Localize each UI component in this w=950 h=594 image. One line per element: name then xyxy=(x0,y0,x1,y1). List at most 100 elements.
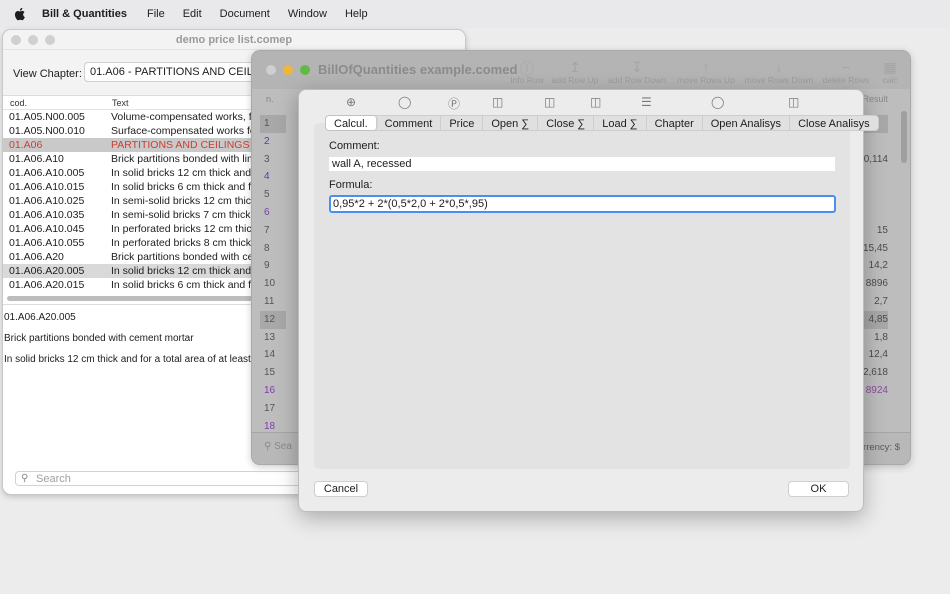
tab-open-analisys[interactable]: Open Analisys xyxy=(703,116,791,130)
row-number[interactable]: 15 xyxy=(260,364,286,382)
move-rows-up-button[interactable]: ↑ move Rows Up xyxy=(676,59,736,85)
apple-icon[interactable] xyxy=(12,6,28,22)
row-code: 01.A06 xyxy=(9,139,43,151)
scrollbar-thumb[interactable] xyxy=(7,296,262,301)
window-title: BillOfQuantities example.comed xyxy=(318,62,518,77)
column-result[interactable]: Result xyxy=(862,94,888,104)
window-controls xyxy=(11,35,55,45)
toolbar-label: move Rows Down xyxy=(744,75,814,85)
toolbar-label: add Row Down xyxy=(608,75,666,85)
row-number[interactable]: 9 xyxy=(260,257,286,275)
row-number[interactable]: 8 xyxy=(260,240,286,258)
tab-chapter[interactable]: Chapter xyxy=(647,116,703,130)
info-icon: ⓘ xyxy=(520,61,534,77)
comment-field[interactable]: wall A, recessed xyxy=(329,157,835,171)
row-code: 01.A06.A20.005 xyxy=(9,265,85,277)
column-code[interactable]: cod. xyxy=(10,98,27,108)
row-text: In perforated bricks 8 cm thick xyxy=(111,237,252,249)
menu-window[interactable]: Window xyxy=(288,8,327,20)
column-text[interactable]: Text xyxy=(112,98,129,108)
open-analysis-icon: ◯ xyxy=(711,95,725,109)
row-text: Volume-compensated works, fo xyxy=(111,111,258,123)
toolbar-label: move Rows Up xyxy=(677,75,735,85)
tab-comment[interactable]: Comment xyxy=(377,116,442,130)
row-number[interactable]: 7 xyxy=(260,222,286,240)
tab-calcul[interactable]: Calcul. xyxy=(326,116,377,130)
row-number[interactable]: 2 xyxy=(260,133,286,151)
formula-field[interactable]: 0,95*2 + 2*(0,5*2,0 + 2*0,5*,95) xyxy=(329,195,836,213)
row-text: In semi-solid bricks 12 cm thick xyxy=(111,195,257,207)
menu-edit[interactable]: Edit xyxy=(183,8,202,20)
row-number[interactable]: 1 xyxy=(260,115,286,133)
tab-bar: Calcul. Comment Price Open ∑ Close ∑ Loa… xyxy=(325,115,879,131)
tab-icons: ⊕ ◯ Ⓟ ◫ ◫ ◫ ☰ ◯ ◫ xyxy=(299,95,865,111)
row-text: In solid bricks 6 cm thick and fo xyxy=(111,279,257,291)
calculator-icon: ▦ xyxy=(883,59,897,75)
minimize-button[interactable] xyxy=(283,65,293,75)
row-code: 01.A06.A10.035 xyxy=(9,209,85,221)
row-number[interactable]: 6 xyxy=(260,204,286,222)
menu-help[interactable]: Help xyxy=(345,8,368,20)
row-text: In solid bricks 12 cm thick and f xyxy=(111,265,257,277)
menu-bar: Bill & Quantities File Edit Document Win… xyxy=(0,0,950,28)
delete-rows-button[interactable]: − delete Rows xyxy=(822,59,870,85)
row-number[interactable]: 5 xyxy=(260,186,286,204)
toolbar-label: Info Row xyxy=(510,75,544,85)
formula-dialog: ⊕ ◯ Ⓟ ◫ ◫ ◫ ☰ ◯ ◫ Calcul. Comment Price … xyxy=(298,89,879,512)
close-button[interactable] xyxy=(11,35,21,45)
row-number[interactable]: 16 xyxy=(260,382,286,400)
toolbar-label: calc xyxy=(882,75,898,85)
row-code: 01.A05.N00.005 xyxy=(9,111,85,123)
tab-panel xyxy=(314,123,850,469)
row-number[interactable]: 13 xyxy=(260,329,286,347)
tab-close-analisys[interactable]: Close Analisys xyxy=(790,116,878,130)
add-row-down-button[interactable]: ↧ add Row Down xyxy=(607,59,667,85)
row-number[interactable]: 17 xyxy=(260,400,286,418)
formula-label: Formula: xyxy=(329,179,373,191)
minimize-button[interactable] xyxy=(28,35,38,45)
zoom-button[interactable] xyxy=(300,65,310,75)
menu-document[interactable]: Document xyxy=(220,8,270,20)
row-number[interactable]: 14 xyxy=(260,346,286,364)
row-code: 01.A06.A10.045 xyxy=(9,223,85,235)
close-button[interactable] xyxy=(266,65,276,75)
tab-close-sum[interactable]: Close ∑ xyxy=(538,116,595,130)
zoom-button[interactable] xyxy=(45,35,55,45)
column-number[interactable]: n. xyxy=(266,94,274,104)
row-text: PARTITIONS AND CEILINGS xyxy=(111,139,250,151)
move-rows-down-button[interactable]: ↓ move Rows Down xyxy=(744,59,814,85)
info-row-button[interactable]: ⓘ Info Row xyxy=(507,59,547,85)
calc-button[interactable]: ▦ calc xyxy=(878,59,902,85)
row-number[interactable]: 3 xyxy=(260,151,286,169)
search-field[interactable]: ⚲ Sea xyxy=(264,441,292,452)
view-chapter-label: View Chapter: xyxy=(13,68,82,80)
tab-price[interactable]: Price xyxy=(441,116,484,130)
tab-open-sum[interactable]: Open ∑ xyxy=(483,116,539,130)
row-text: In perforated bricks 12 cm thick xyxy=(111,223,257,235)
chapter-list-icon: ☰ xyxy=(641,95,652,109)
menu-file[interactable]: File xyxy=(147,8,165,20)
search-field[interactable]: ⚲ Search xyxy=(15,471,305,486)
row-number[interactable]: 4 xyxy=(260,168,286,186)
row-code: 01.A06.A20.015 xyxy=(9,279,85,291)
row-number[interactable]: 10 xyxy=(260,275,286,293)
row-number[interactable]: 12 xyxy=(260,310,286,329)
ok-button[interactable]: OK xyxy=(788,481,849,497)
tab-load-sum[interactable]: Load ∑ xyxy=(594,116,647,130)
cancel-button[interactable]: Cancel xyxy=(314,481,368,497)
open-folder-sum-icon: ◫ xyxy=(492,95,504,109)
comment-label: Comment: xyxy=(329,140,380,152)
row-text: Brick partitions bonded with lim xyxy=(111,153,256,165)
row-text: Brick partitions bonded with ce xyxy=(111,251,254,263)
add-row-up-button[interactable]: ↥ add Row Up xyxy=(550,59,600,85)
row-number[interactable]: 11 xyxy=(260,293,286,311)
app-name[interactable]: Bill & Quantities xyxy=(42,8,127,20)
delete-icon: − xyxy=(841,59,851,75)
title-bar: BillOfQuantities example.comed ⓘ Info Row… xyxy=(252,51,910,89)
title-bar: demo price list.comep xyxy=(3,30,465,50)
vertical-scrollbar[interactable] xyxy=(901,111,907,163)
currency-label: rrency: $ xyxy=(863,442,900,453)
row-code: 01.A06.A10.015 xyxy=(9,181,85,193)
row-code: 01.A06.A10.025 xyxy=(9,195,85,207)
window-controls xyxy=(266,65,310,75)
